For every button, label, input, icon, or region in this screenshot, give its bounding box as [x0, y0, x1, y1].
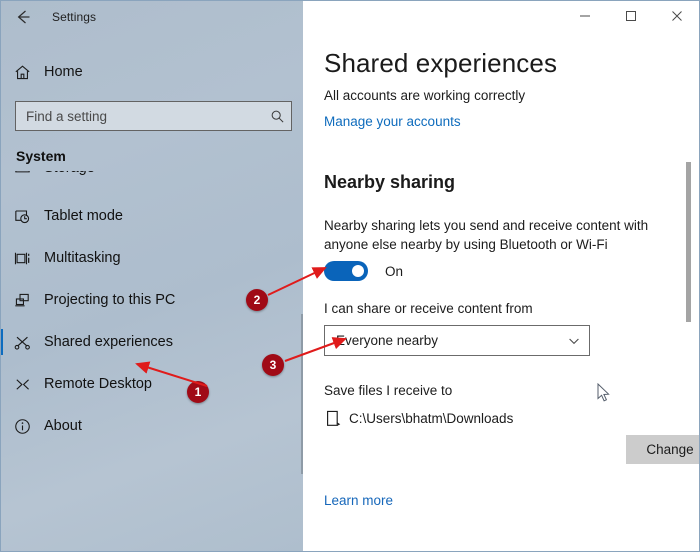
annotation-marker-1: 1	[187, 381, 209, 403]
annotation-marker-3: 3	[262, 354, 284, 376]
section-heading-nearby-sharing: Nearby sharing	[324, 172, 456, 192]
sidebar-item-tablet-mode[interactable]: Tablet mode	[0, 195, 303, 237]
learn-more-link[interactable]: Learn more	[324, 493, 393, 508]
folder-icon	[324, 408, 342, 428]
sidebar-item-multitasking[interactable]: Multitasking	[0, 237, 303, 279]
projecting-icon	[0, 291, 44, 310]
sidebar-scrollbar[interactable]	[301, 314, 303, 474]
home-icon	[0, 63, 44, 82]
content-body: Shared experiences All accounts are work…	[303, 0, 700, 552]
nearby-sharing-toggle-row: On	[324, 261, 403, 281]
manage-accounts-link[interactable]: Manage your accounts	[324, 114, 461, 129]
toggle-state-label: On	[385, 263, 404, 279]
storage-icon	[0, 171, 44, 179]
save-path-row: C:\Users\bhatm\Downloads	[324, 408, 513, 428]
save-path-text: C:\Users\bhatm\Downloads	[349, 410, 514, 426]
remote-desktop-icon	[0, 375, 44, 394]
multitasking-icon	[0, 249, 44, 268]
content-scrollbar-thumb[interactable]	[686, 162, 691, 322]
share-from-dropdown[interactable]: Everyone nearby	[324, 325, 590, 356]
sidebar-item-tablet-mode-label: Tablet mode	[44, 208, 123, 224]
sidebar-item-multitasking-label: Multitasking	[44, 250, 121, 266]
sidebar-item-shared-experiences[interactable]: Shared experiences	[0, 321, 303, 363]
nearby-sharing-toggle[interactable]	[324, 261, 368, 281]
save-files-label: Save files I receive to	[324, 383, 453, 398]
back-arrow-icon	[17, 10, 30, 24]
accounts-status-text: All accounts are working correctly	[324, 88, 526, 103]
window-title: Settings	[52, 10, 97, 24]
search-input[interactable]	[16, 108, 263, 124]
selection-indicator	[0, 329, 3, 355]
annotation-marker-2: 2	[246, 289, 268, 311]
share-from-label: I can share or receive content from	[324, 301, 533, 316]
sidebar: Settings Home System	[0, 0, 303, 552]
nearby-sharing-description: Nearby sharing lets you send and receive…	[324, 218, 649, 252]
titlebar-left: Settings	[0, 0, 303, 34]
sidebar-item-home[interactable]: Home	[0, 54, 303, 90]
sidebar-item-storage[interactable]: Storage	[0, 171, 303, 195]
search-icon[interactable]	[263, 109, 291, 124]
sidebar-item-about-label: About	[44, 418, 82, 434]
sidebar-item-projecting-label: Projecting to this PC	[44, 292, 176, 308]
sidebar-group-heading: System	[16, 148, 66, 164]
sidebar-item-home-label: Home	[44, 64, 83, 80]
sidebar-nav-list: Storage Tablet mode	[0, 171, 303, 552]
back-button[interactable]	[0, 1, 46, 33]
tablet-mode-icon	[0, 207, 44, 226]
toggle-knob	[352, 265, 364, 277]
share-from-dropdown-value: Everyone nearby	[336, 333, 439, 348]
info-icon	[0, 417, 44, 436]
sidebar-item-remote-desktop[interactable]: Remote Desktop	[0, 363, 303, 405]
sidebar-item-about[interactable]: About	[0, 405, 303, 447]
search-box[interactable]	[15, 101, 292, 131]
shared-experiences-icon	[0, 333, 44, 352]
sidebar-item-storage-label: Storage	[44, 171, 95, 176]
sidebar-item-shared-experiences-label: Shared experiences	[44, 334, 173, 350]
chevron-down-icon	[559, 334, 589, 348]
sidebar-item-remote-desktop-label: Remote Desktop	[44, 376, 152, 392]
page-title: Shared experiences	[324, 48, 558, 78]
content-pane: Shared experiences All accounts are work…	[303, 0, 700, 552]
settings-window: Settings Home System	[0, 0, 700, 552]
